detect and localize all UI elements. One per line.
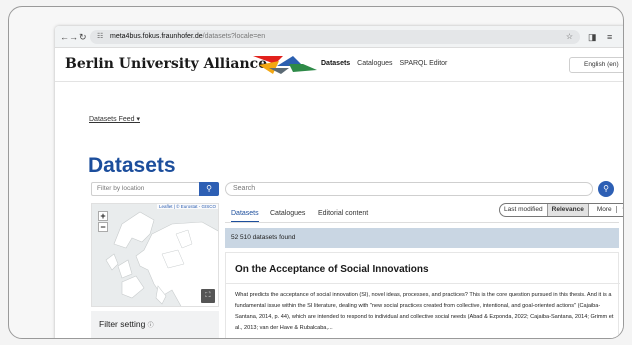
divider: [226, 283, 620, 284]
dataset-card[interactable]: On the Acceptance of Social Innovations …: [225, 252, 620, 338]
caret-down-icon: ▾: [136, 116, 140, 123]
results-count: 52 510 datasets found: [225, 228, 619, 248]
datasets-feed-link[interactable]: Datasets Feed ▾: [89, 115, 140, 123]
map-attribution[interactable]: Leaflet | © Eurostat - GISCO: [156, 204, 218, 209]
fullscreen-icon[interactable]: ⛶: [201, 289, 215, 303]
url-host: meta4bus.fokus.fraunhofer.de: [110, 33, 203, 40]
filter-setting-panel: Filter setting ⓘ: [91, 311, 219, 338]
tab-datasets[interactable]: Datasets: [231, 210, 259, 222]
nav-catalogues[interactable]: Catalogues: [357, 60, 392, 67]
window-frame: ← → ↻ ☷ meta4bus.fokus.fraunhofer.de/dat…: [8, 6, 624, 339]
dataset-description: What predicts the acceptance of social i…: [235, 292, 614, 331]
location-search-button[interactable]: ⚲: [199, 182, 219, 196]
sort-last-modified[interactable]: Last modified: [500, 204, 548, 216]
nav-datasets[interactable]: Datasets: [321, 60, 350, 67]
tab-search-icon[interactable]: ≡: [607, 30, 612, 44]
sort-more[interactable]: More ▾: [589, 204, 623, 216]
filter-setting-label: Filter setting: [99, 319, 146, 329]
browser-window: ← → ↻ ☷ meta4bus.fokus.fraunhofer.de/dat…: [55, 26, 623, 338]
leaflet-link[interactable]: Leaflet: [159, 204, 173, 209]
browser-toolbar: ← → ↻ ☷ meta4bus.fokus.fraunhofer.de/dat…: [55, 26, 623, 48]
search-button[interactable]: ⚲: [598, 181, 614, 197]
brand-title[interactable]: Berlin University Alliance: [65, 56, 267, 72]
site-header: Berlin University Alliance Datasets Cata…: [55, 48, 623, 82]
search-icon: ⚲: [603, 184, 609, 193]
tab-catalogues[interactable]: Catalogues: [270, 210, 305, 217]
extensions-icon[interactable]: ◨: [588, 30, 597, 44]
search-input[interactable]: Search: [225, 182, 593, 196]
zoom-in-button[interactable]: +: [98, 211, 108, 221]
language-select[interactable]: English (en): [569, 57, 623, 73]
main-nav: Datasets Catalogues SPARQL Editor: [321, 60, 452, 67]
feed-link-label: Datasets Feed: [89, 116, 135, 123]
forward-icon[interactable]: →: [69, 30, 78, 44]
site-settings-icon[interactable]: ☷: [97, 30, 103, 44]
back-icon[interactable]: ←: [60, 30, 69, 44]
map-source: | © Eurostat - GISCO: [173, 204, 216, 209]
tab-editorial-content[interactable]: Editorial content: [318, 210, 368, 217]
dataset-title[interactable]: On the Acceptance of Social Innovations: [235, 264, 429, 275]
nav-sparql-editor[interactable]: SPARQL Editor: [400, 60, 448, 67]
zoom-out-button[interactable]: −: [98, 222, 108, 232]
location-map[interactable]: + − Leaflet | © Eurostat - GISCO ⛶: [91, 203, 219, 307]
info-icon[interactable]: ⓘ: [148, 323, 154, 329]
bookmark-star-icon[interactable]: ☆: [566, 30, 573, 44]
sort-relevance[interactable]: Relevance: [547, 204, 589, 216]
sort-toggle: Last modified Relevance More ▾: [499, 203, 623, 217]
page-title: Datasets: [88, 154, 176, 177]
address-bar[interactable]: ☷ meta4bus.fokus.fraunhofer.de/datasets?…: [90, 30, 580, 44]
sort-more-label: More: [592, 206, 617, 213]
reload-icon[interactable]: ↻: [79, 30, 87, 44]
europe-map-icon: [92, 204, 218, 306]
caret-down-icon: ▾: [618, 206, 623, 213]
search-icon: ⚲: [206, 184, 212, 193]
url-path: /datasets?locale=en: [202, 33, 266, 40]
alliance-logo-icon: [253, 56, 317, 74]
